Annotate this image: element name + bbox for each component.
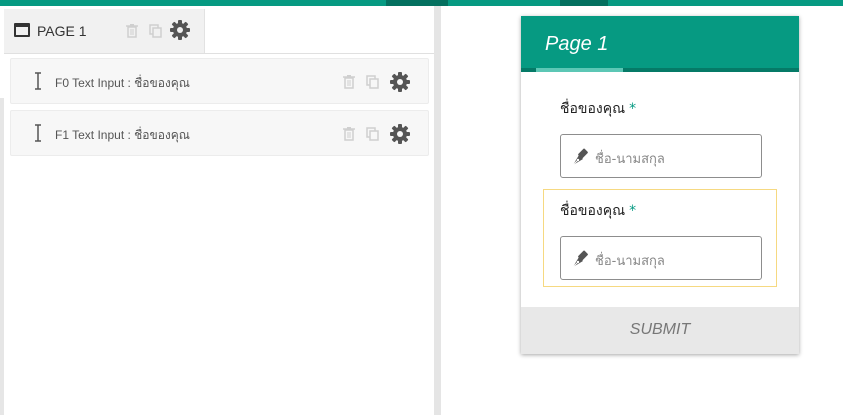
gear-icon[interactable] [390,72,410,92]
builder-panel: PAGE 1 F0 Text Input : ชื่อของคุณ F1 Tex… [0,6,434,415]
form-header: Page 1 [521,16,799,72]
input-placeholder: ชื่อ-นามสกุล [595,254,665,269]
question-label-text: ชื่อของคุณ [560,203,626,219]
builder-field-label: F0 Text Input : ชื่อของคุณ [55,76,190,90]
question-label: ชื่อของคุณ * [560,98,636,120]
question-block-selected[interactable]: ชื่อของคุณ * ชื่อ-นามสกุล [543,189,777,287]
page-tab[interactable]: PAGE 1 [4,9,205,53]
window-icon [14,23,30,37]
trash-icon[interactable] [343,75,355,89]
name-text-input[interactable]: ชื่อ-นามสกุล [560,134,762,178]
top-bar-tab-indicator-2 [560,0,608,6]
text-cursor-icon [33,124,43,142]
gear-icon[interactable] [170,20,190,40]
trash-icon[interactable] [126,24,138,38]
pen-icon [570,146,592,168]
text-cursor-icon [33,72,43,90]
copy-icon[interactable] [366,75,379,89]
name-text-input[interactable]: ชื่อ-นามสกุล [560,236,762,280]
question-label: ชื่อของคุณ * [560,200,636,222]
submit-label: SUBMIT [629,321,691,338]
page-tab-indicator [536,68,623,72]
panel-edge [0,98,4,415]
builder-field-row-f1[interactable]: F1 Text Input : ชื่อของคุณ [10,110,429,156]
required-asterisk: * [629,203,637,219]
panel-splitter[interactable] [434,6,441,415]
copy-icon[interactable] [149,24,162,38]
required-asterisk: * [629,101,637,117]
gear-icon[interactable] [390,124,410,144]
trash-icon[interactable] [343,127,355,141]
page-tab-divider [4,53,434,54]
question-label-text: ชื่อของคุณ [560,101,626,117]
builder-field-label: F1 Text Input : ชื่อของคุณ [55,128,190,142]
pen-icon [570,248,592,270]
builder-field-row-f0[interactable]: F0 Text Input : ชื่อของคุณ [10,58,429,104]
form-title: Page 1 [545,33,609,55]
copy-icon[interactable] [366,127,379,141]
submit-button[interactable]: SUBMIT [521,307,799,354]
form-preview-card: Page 1 ชื่อของคุณ * ชื่อ-นามสกุล ชื่อของค… [521,16,799,354]
page-tab-label: PAGE 1 [37,23,87,39]
question-block[interactable]: ชื่อของคุณ * ชื่อ-นามสกุล [543,87,777,185]
input-placeholder: ชื่อ-นามสกุล [595,152,665,167]
